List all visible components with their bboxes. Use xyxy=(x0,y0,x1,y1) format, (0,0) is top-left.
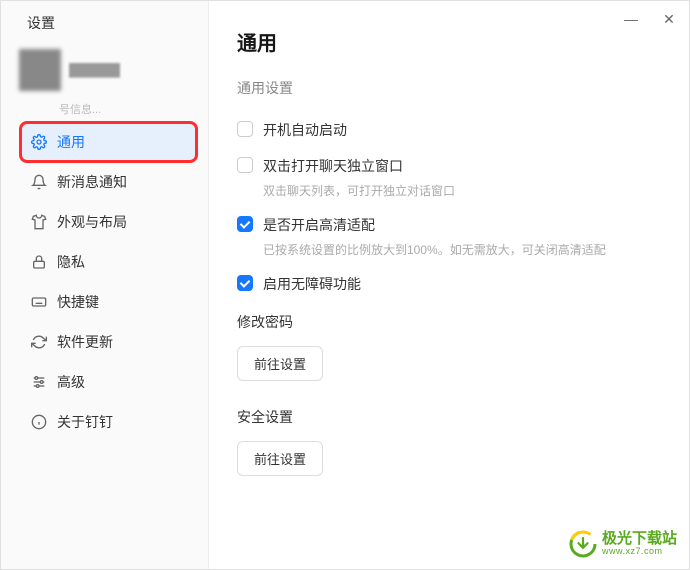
sidebar-item-label: 高级 xyxy=(57,372,85,392)
security-settings-button[interactable]: 前往设置 xyxy=(237,441,323,476)
sidebar-item-label: 新消息通知 xyxy=(57,172,127,192)
checkbox-doubleclick[interactable] xyxy=(237,157,253,173)
sidebar-item-shortcuts[interactable]: 快捷键 xyxy=(21,283,196,321)
watermark: 极光下载站 www.xz7.com xyxy=(568,529,677,559)
lock-icon xyxy=(31,254,47,270)
sidebar-item-label: 隐私 xyxy=(57,252,85,272)
checkbox-hidpi[interactable] xyxy=(237,216,253,232)
sidebar-item-label: 关于钉钉 xyxy=(57,412,113,432)
sidebar-item-label: 快捷键 xyxy=(57,292,99,312)
option-hidpi: 是否开启高清适配 已按系统设置的比例放大到100%。如无需放大，可关闭高清适配 xyxy=(237,215,661,258)
option-autostart: 开机自动启动 xyxy=(237,120,661,140)
sidebar-item-updates[interactable]: 软件更新 xyxy=(21,323,196,361)
option-accessibility: 启用无障碍功能 xyxy=(237,274,661,294)
shirt-icon xyxy=(31,214,47,230)
watermark-sub: www.xz7.com xyxy=(602,547,677,557)
sidebar: 设置 ██████ 号信息... 通用 新消息通知 外观与布局 xyxy=(1,1,209,569)
option-label: 是否开启高清适配 xyxy=(263,215,375,235)
refresh-icon xyxy=(31,334,47,350)
sidebar-item-advanced[interactable]: 高级 xyxy=(21,363,196,401)
close-button[interactable]: ✕ xyxy=(659,9,679,29)
avatar xyxy=(19,49,61,91)
profile-name: ██████ xyxy=(69,63,120,77)
sidebar-item-label: 软件更新 xyxy=(57,332,113,352)
section-label: 通用设置 xyxy=(237,78,661,98)
sidebar-item-general[interactable]: 通用 xyxy=(21,123,196,161)
checkbox-accessibility[interactable] xyxy=(237,275,253,291)
option-doubleclick-window: 双击打开聊天独立窗口 双击聊天列表，可打开独立对话窗口 xyxy=(237,156,661,199)
watermark-main: 极光下载站 xyxy=(602,531,677,548)
sliders-icon xyxy=(31,374,47,390)
security-section-title: 安全设置 xyxy=(237,407,661,427)
sidebar-item-notifications[interactable]: 新消息通知 xyxy=(21,163,196,201)
sidebar-item-appearance[interactable]: 外观与布局 xyxy=(21,203,196,241)
profile-sublabel: 号信息... xyxy=(59,101,208,117)
nav-list: 通用 新消息通知 外观与布局 隐私 快捷键 xyxy=(9,117,208,443)
option-label: 双击打开聊天独立窗口 xyxy=(263,156,403,176)
checkbox-autostart[interactable] xyxy=(237,121,253,137)
profile-block[interactable]: ██████ xyxy=(9,41,208,99)
window-controls: — ✕ xyxy=(621,9,679,29)
watermark-logo-icon xyxy=(568,529,598,559)
settings-title: 设置 xyxy=(9,1,208,41)
keyboard-icon xyxy=(31,294,47,310)
password-section-title: 修改密码 xyxy=(237,312,661,332)
page-title: 通用 xyxy=(237,27,661,56)
minimize-button[interactable]: — xyxy=(621,9,641,29)
sidebar-item-label: 外观与布局 xyxy=(57,212,127,232)
sidebar-item-label: 通用 xyxy=(57,132,85,152)
option-label: 启用无障碍功能 xyxy=(263,274,361,294)
main-panel: — ✕ 通用 通用设置 开机自动启动 双击打开聊天独立窗口 双击聊天列表，可打开… xyxy=(209,1,689,569)
option-label: 开机自动启动 xyxy=(263,120,347,140)
gear-icon xyxy=(31,134,47,150)
sidebar-item-privacy[interactable]: 隐私 xyxy=(21,243,196,281)
option-desc: 双击聊天列表，可打开独立对话窗口 xyxy=(263,182,661,199)
option-desc: 已按系统设置的比例放大到100%。如无需放大，可关闭高清适配 xyxy=(263,241,661,258)
bell-icon xyxy=(31,174,47,190)
sidebar-item-about[interactable]: 关于钉钉 xyxy=(21,403,196,441)
password-settings-button[interactable]: 前往设置 xyxy=(237,346,323,381)
info-icon xyxy=(31,414,47,430)
